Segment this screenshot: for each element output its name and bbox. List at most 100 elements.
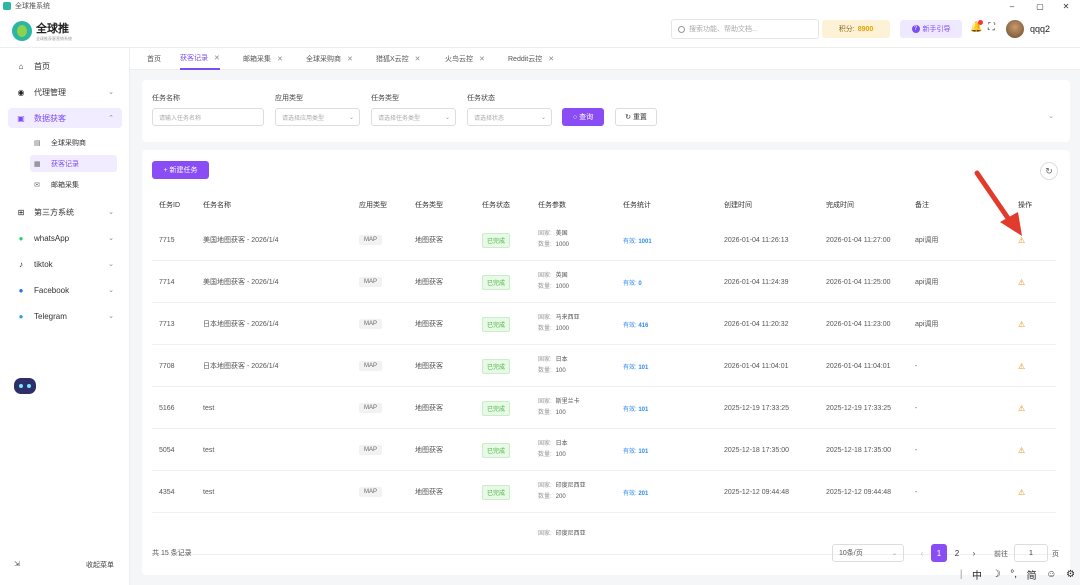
valid-value[interactable]: 101 bbox=[638, 449, 648, 455]
expand-filter-icon[interactable]: ⌄ bbox=[1048, 112, 1054, 120]
reset-button[interactable]: ↻ 重置 bbox=[615, 108, 657, 126]
sidebar-item-tiktok[interactable]: ♪ tiktok ⌄ bbox=[8, 254, 122, 274]
cell-created: 2026-01-04 11:24:39 bbox=[724, 261, 788, 303]
download-icon[interactable]: ⚠ bbox=[1018, 404, 1025, 413]
download-icon[interactable]: ⚠ bbox=[1018, 320, 1025, 329]
close-icon[interactable]: ✕ bbox=[277, 55, 283, 63]
maximize-button[interactable]: ▢ bbox=[1030, 0, 1050, 12]
task-name-input[interactable]: 请输入任务名称 bbox=[152, 108, 264, 126]
task-name: 美国地图获客 - 2026/1/4 bbox=[203, 279, 279, 286]
ime-simplified[interactable]: 简 bbox=[1027, 567, 1037, 582]
ime-lang[interactable]: 中 bbox=[972, 567, 982, 582]
sidebar-item-proxy[interactable]: ◉ 代理管理 ⌄ bbox=[8, 82, 122, 102]
cell-finished: 2026-01-04 11:27:00 bbox=[826, 219, 890, 261]
valid-value[interactable]: 416 bbox=[638, 323, 648, 329]
valid-value[interactable]: 0 bbox=[638, 281, 641, 287]
tab-huoniao[interactable]: 火鸟云控 ✕ bbox=[445, 48, 485, 70]
search-input[interactable]: 搜索功能、帮助文档... bbox=[671, 19, 819, 39]
app-type-select[interactable]: 请选择应用类型 ⌄ bbox=[275, 108, 360, 126]
collapse-menu-button[interactable]: ⇲ 收起菜单 bbox=[14, 560, 114, 570]
valid-value[interactable]: 201 bbox=[638, 491, 648, 497]
next-page-icon[interactable]: › bbox=[966, 544, 982, 562]
minimize-button[interactable]: – bbox=[1002, 0, 1022, 12]
tab-records[interactable]: 获客记录 ✕ bbox=[180, 48, 220, 70]
username[interactable]: qqq2 bbox=[1030, 24, 1050, 34]
cell-type: 地图获客 bbox=[415, 471, 443, 513]
fullscreen-icon[interactable]: ⛶ bbox=[988, 22, 995, 33]
close-icon[interactable]: ✕ bbox=[415, 55, 421, 63]
goto-page-input[interactable]: 1 bbox=[1014, 544, 1048, 562]
close-icon[interactable]: ✕ bbox=[347, 55, 353, 63]
placeholder: 请选择状态 bbox=[474, 115, 505, 122]
task-type-select[interactable]: 请选择任务类型 ⌄ bbox=[371, 108, 456, 126]
download-icon[interactable]: ⚠ bbox=[1018, 362, 1025, 371]
ime-settings-icon[interactable]: ⚙ bbox=[1066, 569, 1075, 580]
download-icon[interactable]: ⚠ bbox=[1018, 446, 1025, 455]
note: - bbox=[915, 488, 918, 496]
sidebar-sub-records[interactable]: ▦ 获客记录 bbox=[30, 155, 117, 172]
count-key: 数量: bbox=[538, 410, 552, 416]
sidebar-sub-email[interactable]: ✉ 邮箱采集 bbox=[30, 176, 117, 193]
cell-name: 日本地图获客 - 2026/1/4 bbox=[203, 303, 278, 345]
close-button[interactable]: ✕ bbox=[1056, 0, 1076, 12]
ime-punct[interactable]: °, bbox=[1010, 569, 1017, 580]
ime-emoji-icon[interactable]: ☺ bbox=[1046, 569, 1056, 580]
app-type-tag: MAP bbox=[359, 403, 383, 413]
sidebar-item-whatsapp[interactable]: ● whatsApp ⌄ bbox=[8, 228, 122, 248]
valid-value[interactable]: 101 bbox=[638, 407, 648, 413]
task-type: 地图获客 bbox=[415, 489, 443, 496]
cell-id: 7715 bbox=[159, 219, 175, 261]
created-time: 2025-12-18 17:35:00 bbox=[724, 446, 789, 454]
note: - bbox=[915, 446, 918, 454]
country-value: 斯里兰卡 bbox=[555, 399, 580, 405]
reset-label: 重置 bbox=[632, 114, 647, 121]
cell-note: api调用 bbox=[915, 261, 938, 303]
download-icon[interactable]: ⚠ bbox=[1018, 236, 1025, 245]
cell-action: ⚠ bbox=[1018, 429, 1025, 471]
sidebar-sub-buyers[interactable]: ▤ 全球采购商 bbox=[30, 134, 117, 151]
tab-liehu[interactable]: 猎狐X云控 ✕ bbox=[376, 48, 421, 70]
cell-params: 国家: 日本 数量: 100 bbox=[538, 345, 568, 387]
page-2-button[interactable]: 2 bbox=[949, 544, 965, 562]
sidebar-item-home[interactable]: ⌂ 首页 bbox=[8, 56, 122, 76]
points-badge[interactable]: 积分: 8900 bbox=[822, 20, 890, 38]
tab-home[interactable]: 首页 bbox=[147, 48, 161, 70]
search-placeholder: 搜索功能、帮助文档... bbox=[689, 26, 758, 33]
cell-action: ⚠ bbox=[1018, 387, 1025, 429]
task-status-select[interactable]: 请选择状态 ⌄ bbox=[467, 108, 552, 126]
window-title: 全球推系统 bbox=[15, 3, 50, 10]
cell-params: 国家: 马来西亚 数量: 1000 bbox=[538, 303, 580, 345]
avatar[interactable] bbox=[1006, 20, 1024, 38]
download-icon[interactable]: ⚠ bbox=[1018, 278, 1025, 287]
tab-buyers[interactable]: 全球采购商 ✕ bbox=[306, 48, 353, 70]
cell-id: 7714 bbox=[159, 261, 175, 303]
page-size-select[interactable]: 10条/页 ⌄ bbox=[832, 544, 904, 562]
task-table-panel: + 新建任务 ↻ 任务ID 任务名称 应用类型 任务类型 任务状态 任务参数 任… bbox=[142, 150, 1070, 575]
close-icon[interactable]: ✕ bbox=[214, 54, 220, 62]
prev-page-icon[interactable]: ‹ bbox=[914, 544, 930, 562]
close-icon[interactable]: ✕ bbox=[548, 55, 554, 63]
count-key: 数量: bbox=[538, 242, 552, 248]
download-icon[interactable]: ⚠ bbox=[1018, 488, 1025, 497]
note: api调用 bbox=[915, 279, 939, 286]
valid-value[interactable]: 101 bbox=[638, 365, 648, 371]
bell-icon[interactable]: 🔔 bbox=[970, 20, 983, 34]
refresh-icon[interactable]: ↻ bbox=[1040, 162, 1058, 180]
ime-moon-icon[interactable]: ☽ bbox=[992, 569, 1001, 580]
guide-button[interactable]: ? 新手引导 bbox=[900, 20, 962, 38]
valid-value[interactable]: 1001 bbox=[638, 239, 651, 245]
new-task-button[interactable]: + 新建任务 bbox=[152, 161, 209, 179]
close-icon[interactable]: ✕ bbox=[479, 55, 485, 63]
query-button[interactable]: ○ 查询 bbox=[562, 108, 604, 126]
robot-assistant-icon[interactable] bbox=[14, 378, 36, 394]
tab-reddit[interactable]: Reddit云控 ✕ bbox=[508, 48, 554, 70]
sidebar-item-data[interactable]: ▣ 数据获客 ⌃ bbox=[8, 108, 122, 128]
page-1-button[interactable]: 1 bbox=[931, 544, 947, 562]
table-row: 7713 日本地图获客 - 2026/1/4 MAP 地图获客 已完成 国家: 马来西亚 数量… bbox=[152, 303, 1056, 345]
sidebar-item-telegram[interactable]: ● Telegram ⌄ bbox=[8, 306, 122, 326]
sidebar-item-third-party[interactable]: ⊞ 第三方系统 ⌄ bbox=[8, 202, 122, 222]
tab-email[interactable]: 邮箱采集 ✕ bbox=[243, 48, 283, 70]
tab-label: 获客记录 bbox=[180, 55, 208, 62]
logo[interactable]: 全球推 全球推获客营销系统 bbox=[12, 20, 72, 42]
sidebar-item-facebook[interactable]: ● Facebook ⌄ bbox=[8, 280, 122, 300]
